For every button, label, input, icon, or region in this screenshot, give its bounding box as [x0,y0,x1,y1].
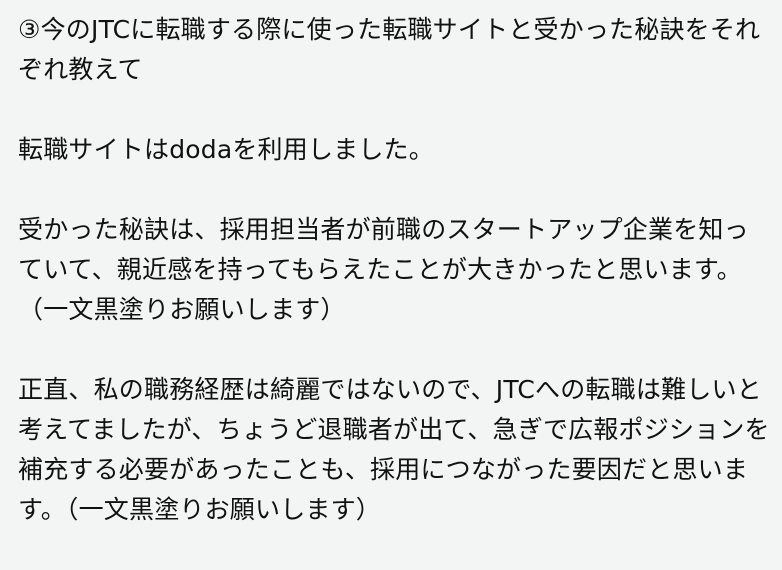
job-site-paragraph: 転職サイトはdodaを利用しました。 [18,135,434,164]
document-page: ③今のJTCに転職する際に使った転職サイトと受かった秘訣をそれぞれ教えて 転職サ… [0,0,782,570]
question-paragraph: ③今のJTCに転職する際に使った転職サイトと受かった秘訣をそれぞれ教えて [18,15,761,84]
honest-paragraph: 正直、私の職務経歴は綺麗ではないので、JTCへの転職は難しいと考えてましたが、ち… [18,375,770,524]
secret-paragraph: 受かった秘訣は、採用担当者が前職のスタートアップ企業を知っていて、親近感を持って… [18,215,749,324]
